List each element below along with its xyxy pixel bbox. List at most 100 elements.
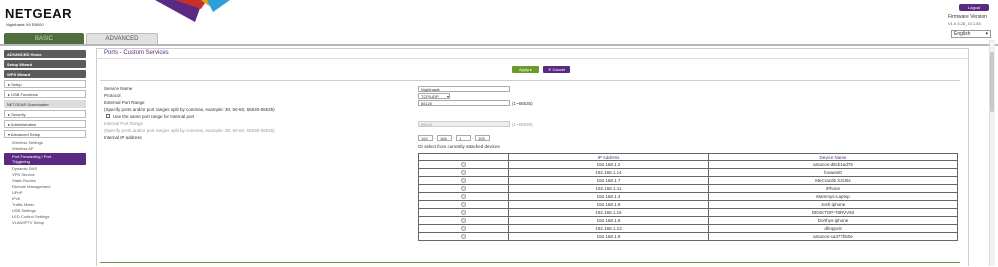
nav-divider xyxy=(0,44,998,46)
device-name-cell: dhnppc8 xyxy=(708,224,958,233)
row-radio-cell[interactable] xyxy=(418,176,509,185)
row-radio-cell[interactable] xyxy=(418,184,509,193)
internal-port-hint: (Specify ports and/or port ranges split … xyxy=(104,128,275,133)
device-radio[interactable] xyxy=(461,185,466,191)
tab-advanced[interactable]: ADVANCED xyxy=(86,33,158,44)
table-row[interactable]: 192.168.1.8 Josh-iphone xyxy=(418,200,958,209)
device-name-cell: MeCrazd5 X2U5s xyxy=(708,176,958,185)
sidebar-item-netgear-downloader[interactable]: NETGEAR Downloader xyxy=(4,100,86,108)
device-radio[interactable] xyxy=(461,225,466,231)
protocol-label: Protocol xyxy=(104,93,121,98)
page-title: Ports - Custom Services xyxy=(104,50,169,56)
ip-octet-4[interactable]: 105 xyxy=(475,135,490,141)
table-body: 192.168.1.2 amazon-d8cb1ad76 192.168.1.14 f… xyxy=(418,160,958,241)
table-row[interactable]: 192.168.1.9 amazon-ca377bb0e xyxy=(418,232,958,241)
bottom-divider xyxy=(100,262,960,263)
sidebar-item-wps-wizard[interactable]: WPS Wizard xyxy=(4,70,86,78)
row-radio-cell[interactable] xyxy=(418,168,509,177)
ip-cell: 192.168.1.14 xyxy=(508,168,709,177)
table-header-row: IP Address Device Name xyxy=(418,153,958,161)
sidebar-item-setup-wizard[interactable]: Setup Wizard xyxy=(4,60,86,68)
sidebar-item-setup[interactable]: ▸ Setup xyxy=(4,80,86,88)
ip-octet-1[interactable]: 192 xyxy=(418,135,433,141)
page: { "brand": {"logo":"NETGEAR","model":"Ni… xyxy=(0,0,998,267)
device-radio[interactable] xyxy=(461,177,466,183)
device-name-cell: Dorthys-iphone xyxy=(708,216,958,225)
device-name-cell: Mammys-Laptop xyxy=(708,192,958,201)
row-radio-cell[interactable] xyxy=(418,208,509,217)
ip-cell: 192.168.1.4 xyxy=(508,192,709,201)
radio-column-header xyxy=(418,153,509,161)
firmware-label: Firmware Version xyxy=(948,14,987,20)
external-port-suffix: (1~65535) xyxy=(512,101,533,106)
protocol-value: TCP/UDP xyxy=(421,93,439,99)
sidebar-sub-port-forwarding-line2: Triggering xyxy=(12,159,30,164)
device-name-cell: iPhone xyxy=(708,184,958,193)
scrollbar-thumb[interactable] xyxy=(990,52,994,112)
row-radio-cell[interactable] xyxy=(418,160,509,169)
ip-cell: 192.168.1.5 xyxy=(508,216,709,225)
internal-port-range-label: Internal Port Range xyxy=(104,121,144,126)
external-port-range-label: External Port Range xyxy=(104,100,145,105)
device-name-cell: DESKTOP-T8RVV93 xyxy=(708,208,958,217)
firmware-version: V1.0.4.28_10.1.54 xyxy=(948,21,981,26)
device-radio[interactable] xyxy=(461,233,466,239)
attached-devices-table: IP Address Device Name 192.168.1.2 amazon… xyxy=(418,153,958,241)
device-name-cell: amazon-ca377bb0e xyxy=(708,232,958,241)
sidebar-sub-vlan-iptv[interactable]: VLAN/IPTV Setup xyxy=(4,220,86,226)
table-row[interactable]: 192.168.1.4 Mammys-Laptop xyxy=(418,192,958,201)
ip-dot: . xyxy=(472,135,474,140)
device-radio[interactable] xyxy=(461,193,466,199)
table-row[interactable]: 192.168.1.5 Dorthys-iphone xyxy=(418,216,958,225)
sidebar-item-advanced-setup[interactable]: ▾ Advanced Setup xyxy=(4,130,86,138)
sidebar-item-advanced-home[interactable]: ADVANCED Home xyxy=(4,50,86,58)
ip-cell: 192.168.1.2 xyxy=(508,160,709,169)
chevron-down-icon: ▾ xyxy=(985,31,988,37)
external-port-hint: (Specify ports and/or port ranges split … xyxy=(104,107,275,112)
table-row[interactable]: 192.168.1.15 DESKTOP-T8RVV93 xyxy=(418,208,958,217)
table-row[interactable]: 192.168.1.7 MeCrazd5 X2U5s xyxy=(418,176,958,185)
internal-port-input[interactable]: 65120 xyxy=(418,121,510,127)
sidebar-item-administration[interactable]: ▸ Administration xyxy=(4,120,86,128)
sidebar-item-security[interactable]: ▸ Security xyxy=(4,110,86,118)
protocol-select[interactable]: TCP/UDP ▾ xyxy=(418,93,450,99)
cancel-button[interactable]: ✕ Cancel xyxy=(543,66,570,73)
row-radio-cell[interactable] xyxy=(418,200,509,209)
sidebar-item-usb-functions[interactable]: ▸ USB Functions xyxy=(4,90,86,98)
row-radio-cell[interactable] xyxy=(418,232,509,241)
device-radio[interactable] xyxy=(461,169,466,175)
same-port-label: Use the same port range for Internal por… xyxy=(113,114,195,119)
ip-octet-3[interactable]: 1 xyxy=(456,135,471,141)
form-divider xyxy=(100,80,960,81)
router-model: Nighthawk X6 R8000 xyxy=(6,22,44,27)
device-radio[interactable] xyxy=(461,201,466,207)
tab-basic[interactable]: BASIC xyxy=(4,33,84,44)
device-name-cell: amazon-d8cb1ad76 xyxy=(708,160,958,169)
sidebar-sub-port-forwarding[interactable]: Port Forwarding / Port Triggering xyxy=(4,153,86,165)
brand-swoosh-icon xyxy=(155,0,230,22)
ip-cell: 192.168.1.8 xyxy=(508,200,709,209)
same-port-checkbox[interactable] xyxy=(106,114,110,118)
language-value: English xyxy=(954,31,971,37)
netgear-logo: NETGEAR xyxy=(5,6,73,21)
table-row[interactable]: 192.168.1.14 foxwest0 xyxy=(418,168,958,177)
table-row[interactable]: 192.168.1.11 iPhone xyxy=(418,184,958,193)
title-divider xyxy=(96,58,969,59)
sidebar-sub-wireless-ap[interactable]: Wireless AP xyxy=(4,146,86,152)
row-radio-cell[interactable] xyxy=(418,224,509,233)
device-radio[interactable] xyxy=(461,209,466,215)
device-radio[interactable] xyxy=(461,161,466,167)
device-name-header: Device Name xyxy=(708,153,958,161)
service-name-input[interactable]: Nighthawk xyxy=(418,86,510,92)
language-select[interactable]: English ▾ xyxy=(951,30,991,38)
apply-button[interactable]: Apply ▸ xyxy=(512,66,539,73)
row-radio-cell[interactable] xyxy=(418,192,509,201)
internal-port-suffix: (1~65535) xyxy=(512,122,533,127)
device-radio[interactable] xyxy=(461,217,466,223)
row-radio-cell[interactable] xyxy=(418,216,509,225)
table-row[interactable]: 192.168.1.13 dhnppc8 xyxy=(418,224,958,233)
external-port-input[interactable]: 65120 xyxy=(418,100,510,106)
logout-button[interactable]: Logout xyxy=(959,4,989,11)
ip-octet-2[interactable]: 168 xyxy=(437,135,452,141)
table-row[interactable]: 192.168.1.2 amazon-d8cb1ad76 xyxy=(418,160,958,169)
